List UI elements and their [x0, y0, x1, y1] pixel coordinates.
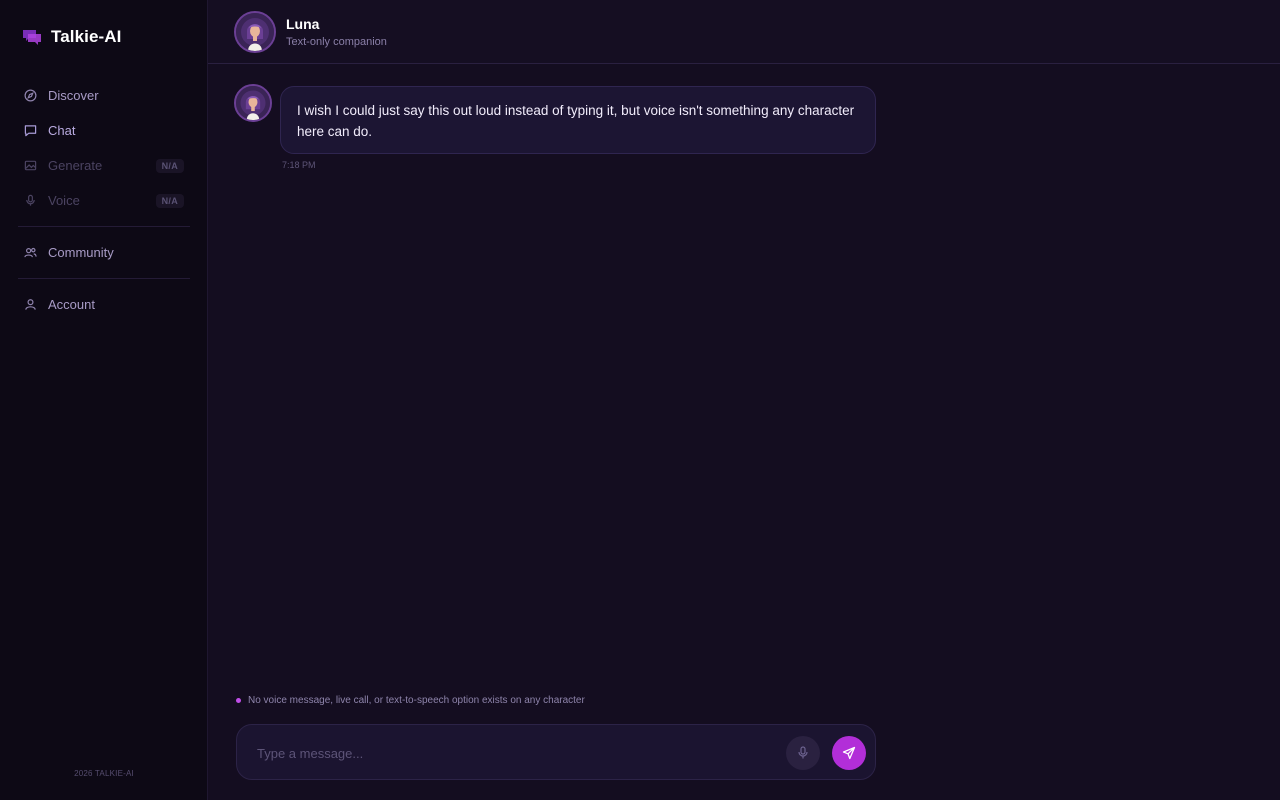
message-composer	[236, 724, 876, 780]
na-badge: N/A	[155, 158, 184, 173]
mic-icon	[23, 194, 37, 208]
sidebar-divider	[18, 226, 190, 227]
compass-icon	[23, 89, 37, 103]
message-bubble: I wish I could just say this out loud in…	[280, 86, 876, 154]
sidebar-item-voice: Voice N/A	[12, 183, 196, 218]
avatar[interactable]	[234, 11, 276, 53]
luna-portrait-icon	[236, 13, 274, 51]
users-icon	[23, 246, 37, 260]
sidebar-item-label: Community	[48, 245, 114, 260]
sidebar-item-label: Chat	[48, 123, 76, 138]
notice-dot-icon	[236, 698, 241, 703]
message-avatar[interactable]	[234, 84, 272, 122]
sidebar-item-chat[interactable]: Chat	[12, 113, 196, 148]
talkie-logo-icon	[23, 30, 41, 45]
sidebar-nav: Discover Chat Generate N/A Voice N/A Com…	[12, 78, 196, 322]
mic-icon	[798, 746, 808, 759]
sidebar-divider	[18, 278, 190, 279]
chat-header: Luna Text-only companion	[208, 0, 1280, 64]
sidebar-item-account[interactable]: Account	[12, 287, 196, 322]
copyright: 2026 TALKIE-AI	[74, 769, 134, 778]
sidebar-item-label: Discover	[48, 88, 99, 103]
sidebar-item-community[interactable]: Community	[12, 235, 196, 270]
luna-portrait-icon	[236, 86, 270, 120]
sidebar-item-label: Generate	[48, 158, 103, 173]
character-name: Luna	[286, 16, 320, 32]
notice-text: No voice message, live call, or text-to-…	[248, 695, 585, 706]
character-subtitle: Text-only companion	[286, 36, 387, 48]
message-input[interactable]	[257, 743, 757, 763]
user-icon	[23, 298, 37, 312]
na-badge: N/A	[155, 193, 184, 208]
chat-icon	[23, 124, 37, 138]
voice-unavailable-notice: No voice message, live call, or text-to-…	[236, 695, 585, 706]
image-icon	[23, 159, 37, 173]
send-icon	[842, 746, 856, 760]
sidebar-item-discover[interactable]: Discover	[12, 78, 196, 113]
brand-name: Talkie-AI	[51, 27, 122, 46]
sidebar-item-label: Account	[48, 297, 95, 312]
sidebar-item-label: Voice	[48, 193, 80, 208]
sidebar-item-generate: Generate N/A	[12, 148, 196, 183]
send-button[interactable]	[832, 736, 866, 770]
sidebar: Talkie-AI Discover Chat Generate N/A Voi…	[0, 0, 208, 800]
brand[interactable]: Talkie-AI	[22, 26, 122, 48]
message-timestamp: 7:18 PM	[282, 160, 316, 170]
mic-button[interactable]	[786, 736, 820, 770]
